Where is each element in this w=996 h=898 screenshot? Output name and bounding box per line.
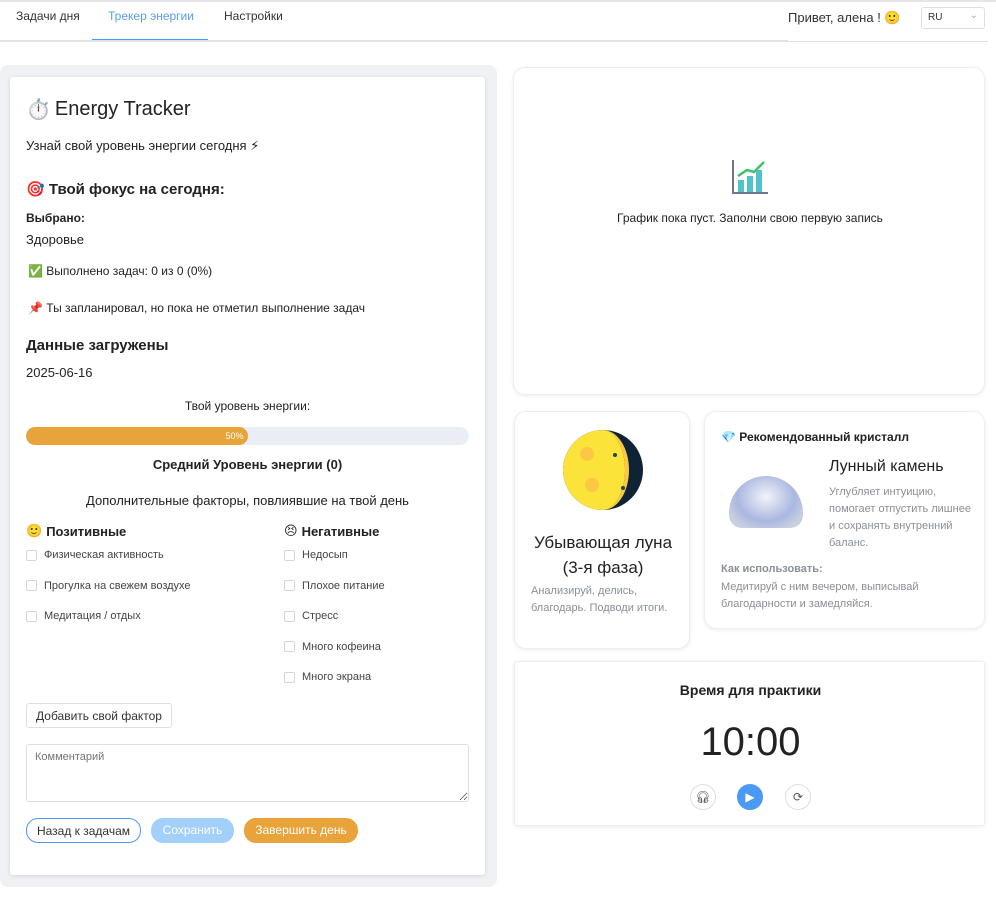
play-button[interactable]: ▶ (737, 784, 763, 810)
language-select[interactable]: RU ⌄ (921, 7, 985, 29)
comment-input[interactable] (26, 744, 469, 802)
timer-card: Время для практики 10:00 🎧︎ ▶ ⟳ (514, 661, 985, 826)
frown-icon: 😣 (284, 523, 298, 538)
energy-progress-fill: 50% (26, 427, 248, 445)
factor-label: Прогулка на свежем воздухе (44, 579, 191, 592)
moonstone-image (729, 476, 803, 528)
how-to-use-label: Как использовать: (721, 563, 823, 575)
headphones-button[interactable]: 🎧︎ (690, 784, 716, 810)
crystal-header: 💎 Рекомендованный кристалл (721, 430, 909, 444)
tab-daily-tasks[interactable]: Задачи дня (16, 9, 80, 23)
how-to-use-text: Медитируй с ним вечером, выписывай благо… (721, 581, 919, 610)
positive-heading: 🙂 Позитивные (26, 523, 126, 539)
title-text: Energy Tracker (54, 98, 191, 120)
planned-note: 📌 Ты запланировал, но пока не отметил вы… (28, 301, 365, 315)
checkbox[interactable] (284, 641, 295, 652)
focus-title: Твой фокус на сегодня: (48, 181, 225, 198)
factor-checkbox[interactable]: Прогулка на свежем воздухе (26, 580, 191, 592)
moon-card: Убывающая луна (3-я фаза) Анализируй, де… (514, 411, 690, 649)
nav-divider (0, 40, 788, 42)
timer-display: 10:00 (700, 720, 801, 764)
top-nav: Задачи дня Трекер энергии Настройки Прив… (0, 0, 996, 42)
tasks-done: ✅ Выполнено задач: 0 из 0 (0%) (28, 264, 212, 278)
factor-checkbox[interactable]: Медитация / отдых (26, 610, 141, 622)
selected-label: Выбрано: (26, 211, 85, 225)
factor-label: Медитация / отдых (44, 610, 141, 622)
checkbox[interactable] (26, 610, 37, 622)
crystal-header-text: Рекомендованный кристалл (739, 430, 909, 444)
factor-label: Много экрана (302, 671, 372, 683)
crystal-name: Лунный камень (829, 458, 944, 475)
negative-heading: 😣 Негативные (284, 523, 379, 539)
focus-heading: 🎯 Твой фокус на сегодня: (26, 180, 225, 198)
energy-label: Твой уровень энергии: (184, 399, 311, 413)
moon-advice: Анализируй, делись, благодарь. Подводи и… (531, 585, 668, 614)
factor-label: Стресс (302, 610, 339, 622)
checkbox[interactable] (26, 580, 37, 591)
stopwatch-icon: ⏱️ (26, 99, 51, 121)
data-loaded-heading: Данные загружены (26, 337, 169, 354)
positive-title: Позитивные (46, 523, 127, 539)
check-icon: ✅ (28, 264, 43, 278)
checkbox[interactable] (26, 549, 37, 561)
moon-phase: Убывающая луна (3-я фаза) (533, 533, 673, 577)
tab-energy-tracker[interactable]: Трекер энергии (108, 9, 194, 23)
back-to-tasks-button[interactable]: Назад к задачам (26, 818, 141, 843)
factor-label: Плохое питание (302, 579, 385, 592)
checkbox[interactable] (284, 610, 295, 622)
checkbox[interactable] (284, 671, 295, 683)
energy-progress: 50% (26, 427, 469, 445)
tasks-done-text: Выполнено задач: 0 из 0 (0%) (46, 264, 213, 278)
factor-checkbox[interactable]: Физическая активность (26, 549, 164, 561)
factor-checkbox[interactable]: Плохое питание (284, 580, 385, 592)
factor-label: Много кофеина (302, 640, 381, 653)
factor-checkbox[interactable]: Много кофеина (284, 641, 381, 653)
subtitle: Узнай свой уровень энергии сегодня ⚡ (26, 138, 260, 153)
timer-title: Время для практики (679, 682, 822, 698)
chart-empty-text: График пока пуст. Заполни свою первую за… (617, 211, 883, 225)
smile-icon: 🙂 (26, 523, 43, 538)
chart-icon (732, 160, 768, 194)
add-factor-button[interactable]: Добавить свой фактор (26, 703, 172, 728)
date: 2025-06-16 (26, 365, 93, 380)
play-icon: ▶ (745, 790, 755, 804)
checkbox[interactable] (284, 580, 295, 591)
crystal-desc: Углубляет интуицию, помогает отпустить л… (829, 486, 971, 549)
chart-card: График пока пуст. Заполни свою первую за… (513, 67, 985, 395)
average-energy: Средний Уровень энергии (0) (152, 457, 343, 472)
greeting: Привет, алена ! 🙂 (788, 10, 901, 25)
selected-value: Здоровье (26, 232, 85, 247)
refresh-icon: ⟳ (792, 790, 804, 804)
waning-moon-icon (563, 430, 643, 510)
planned-note-text: Ты запланировал, но пока не отметил выпо… (46, 301, 365, 315)
pin-icon: 📌 (28, 301, 43, 315)
energy-tracker-card: ⏱️ Energy Tracker Узнай свой уровень энер… (10, 77, 485, 875)
factor-label: Физическая активность (44, 549, 164, 561)
crystal-card: 💎 Рекомендованный кристалл Лунный камень… (704, 411, 985, 629)
finish-day-button[interactable]: Завершить день (244, 818, 358, 843)
headphones-icon: 🎧︎ (695, 790, 711, 804)
checkbox[interactable] (284, 549, 295, 561)
factor-label: Недосып (302, 549, 348, 561)
factor-checkbox[interactable]: Стресс (284, 610, 338, 622)
negative-title: Негативные (301, 523, 380, 539)
save-button[interactable]: Сохранить (151, 818, 234, 843)
nav-divider (788, 41, 988, 42)
gem-icon: 💎 (721, 430, 736, 444)
page-title: ⏱️ Energy Tracker (26, 97, 191, 122)
tab-settings[interactable]: Настройки (224, 9, 283, 23)
factor-checkbox[interactable]: Недосып (284, 549, 348, 561)
language-value: RU (928, 12, 943, 23)
target-icon: 🎯 (26, 181, 45, 198)
reset-button[interactable]: ⟳ (785, 784, 811, 810)
chevron-down-icon: ⌄ (969, 10, 978, 21)
factors-title: Дополнительные факторы, повлиявшие на тв… (86, 493, 409, 508)
factor-checkbox[interactable]: Много экрана (284, 671, 371, 683)
